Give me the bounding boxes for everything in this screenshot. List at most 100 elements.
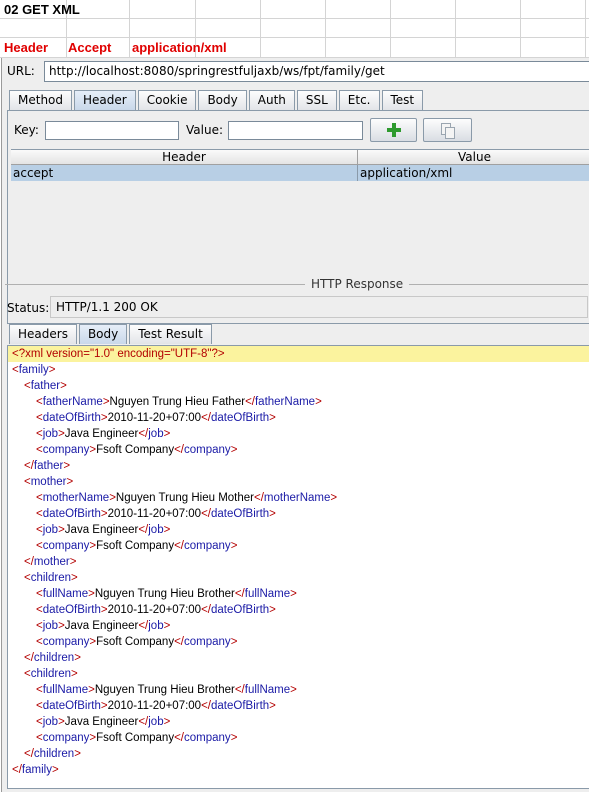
xml-bracket: < (36, 588, 43, 600)
xml-tag-name: dateOfBirth (211, 604, 270, 616)
tab-method[interactable]: Method (9, 90, 73, 110)
column-header-value[interactable]: Value (358, 150, 589, 165)
xml-bracket: > (102, 396, 110, 408)
xml-bracket: > (51, 764, 59, 776)
xml-bracket: < (24, 572, 31, 584)
tab-auth[interactable]: Auth (248, 90, 295, 110)
xml-tag-name: dateOfBirth (211, 508, 270, 520)
xml-tag-name: dateOfBirth (211, 700, 270, 712)
xml-bracket: > (66, 476, 74, 488)
xml-bracket: </ (24, 748, 34, 760)
table-cell-header: accept (11, 165, 358, 181)
copy-icon-back (445, 127, 455, 139)
xml-bracket: > (269, 412, 276, 424)
xml-tag-name: dateOfBirth (42, 700, 101, 712)
xml-line: </father> (8, 458, 589, 474)
grid-line (390, 0, 391, 58)
value-input[interactable] (228, 121, 363, 140)
url-input[interactable]: http://localhost:8080/springrestfuljaxb/… (44, 61, 589, 82)
sheet-cell-value: application/xml (132, 40, 227, 55)
xml-bracket: < (36, 700, 43, 712)
xml-line: </children> (8, 746, 589, 762)
xml-line: <company>Fsoft Company</company> (8, 730, 589, 746)
add-header-button[interactable] (370, 118, 417, 142)
xml-text: Java Engineer (64, 428, 139, 440)
xml-tag-name: fatherName (42, 396, 103, 408)
xml-text: Fsoft Company (96, 540, 175, 552)
xml-tag-name: family (18, 364, 49, 376)
grid-line (0, 37, 589, 38)
xml-line: <children> (8, 570, 589, 586)
xml-tag-name: job (42, 716, 59, 728)
xml-line: </mother> (8, 554, 589, 570)
xml-line: <mother> (8, 474, 589, 490)
xml-bracket: > (69, 556, 77, 568)
xml-tag-name: job (148, 428, 164, 440)
sheet-cell-header: Header (4, 40, 49, 55)
xml-bracket: > (163, 620, 171, 632)
xml-line: <company>Fsoft Company</company> (8, 538, 589, 554)
tab-cookie[interactable]: Cookie (137, 90, 197, 110)
table-row[interactable]: accept application/xml (11, 165, 589, 181)
xml-text: Nguyen Trung Hieu Brother (94, 588, 235, 600)
xml-tag-name: dateOfBirth (211, 412, 270, 424)
xml-line: <fullName>Nguyen Trung Hieu Brother</ful… (8, 682, 589, 698)
xml-bracket: </ (24, 460, 34, 472)
tab-test[interactable]: Test (381, 90, 424, 110)
key-input[interactable] (45, 121, 179, 140)
xml-tag-name: children (30, 572, 71, 584)
response-divider (5, 284, 588, 285)
xml-viewer: <?xml version="1.0" encoding="UTF-8"?> <f… (8, 346, 589, 778)
xml-line: <job>Java Engineer</job> (8, 618, 589, 634)
tab-ssl[interactable]: SSL (296, 90, 337, 110)
xml-tag-name: motherName (263, 492, 331, 504)
tab-headers[interactable]: Headers (9, 324, 77, 344)
xml-bracket: </ (12, 764, 22, 776)
xml-line: <dateOfBirth>2010-11-20+07:00</dateOfBir… (8, 698, 589, 714)
xml-text: Nguyen Trung Hieu Brother (94, 684, 235, 696)
xml-tag-name: dateOfBirth (42, 508, 101, 520)
xml-text: 2010-11-20+07:00 (107, 604, 202, 616)
xml-bracket: </ (253, 492, 264, 504)
xml-bracket: < (24, 668, 31, 680)
plus-icon (385, 121, 403, 139)
xml-bracket: < (36, 412, 43, 424)
copy-header-button[interactable] (423, 118, 472, 142)
tab-body[interactable]: Body (198, 90, 247, 110)
xml-line: <company>Fsoft Company</company> (8, 442, 589, 458)
column-header-header[interactable]: Header (11, 150, 358, 165)
response-body[interactable]: <?xml version="1.0" encoding="UTF-8"?> <f… (7, 345, 589, 789)
xml-bracket: < (36, 684, 43, 696)
xml-text: Fsoft Company (96, 636, 175, 648)
grid-line (455, 0, 456, 58)
response-tabs: Headers Body Test Result (9, 324, 214, 344)
xml-bracket: < (36, 444, 43, 456)
tab-etc[interactable]: Etc. (338, 90, 380, 110)
xml-bracket: > (163, 428, 171, 440)
table-cell-value: application/xml (360, 166, 453, 180)
xml-line: <father> (8, 378, 589, 394)
xml-line: <dateOfBirth>2010-11-20+07:00</dateOfBir… (8, 410, 589, 426)
response-title: HTTP Response (305, 277, 410, 291)
xml-text: Fsoft Company (96, 444, 175, 456)
xml-bracket: > (63, 460, 71, 472)
xml-tag-name: company (42, 636, 90, 648)
tab-test-result[interactable]: Test Result (129, 324, 212, 344)
xml-tag-name: children (33, 748, 75, 760)
tab-response-body[interactable]: Body (78, 324, 128, 344)
xml-bracket: </ (138, 524, 149, 536)
xml-bracket: </ (174, 540, 185, 552)
xml-bracket: < (36, 636, 43, 648)
url-label: URL: (7, 64, 35, 78)
xml-bracket: </ (138, 620, 149, 632)
xml-bracket: </ (234, 588, 245, 600)
value-label: Value: (186, 123, 223, 137)
xml-bracket: < (12, 364, 19, 376)
xml-tag-name: motherName (42, 492, 110, 504)
tab-header[interactable]: Header (74, 90, 136, 110)
xml-bracket: > (74, 652, 81, 664)
xml-bracket: > (58, 716, 65, 728)
xml-tag-name: children (33, 652, 75, 664)
xml-bracket: < (36, 524, 43, 536)
xml-text: 2010-11-20+07:00 (107, 700, 202, 712)
